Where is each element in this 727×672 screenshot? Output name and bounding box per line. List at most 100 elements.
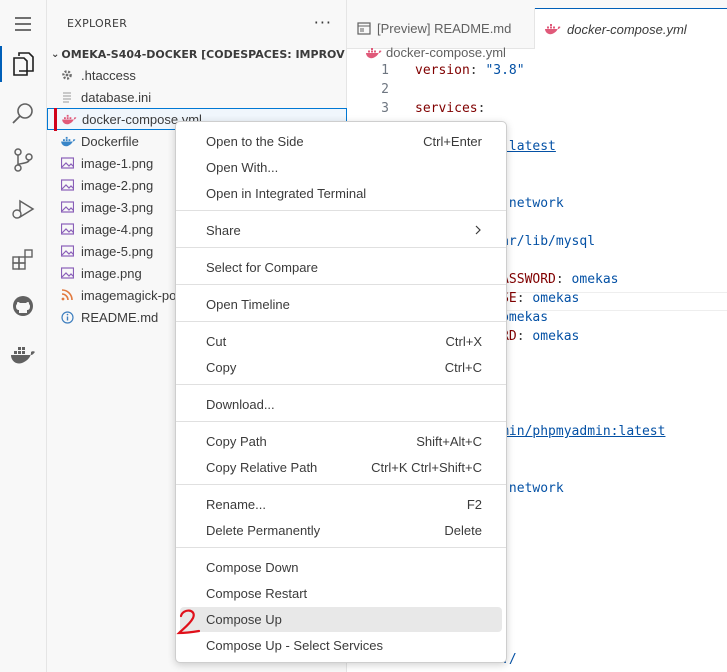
menu-separator (176, 384, 506, 385)
explorer-title: EXPLORER (67, 17, 128, 30)
menu-separator (176, 247, 506, 248)
menu-separator (176, 321, 506, 322)
menu-item-shortcut: Ctrl+X (445, 334, 482, 349)
line-number: 2 (381, 82, 389, 97)
menu-item-compose-down[interactable]: Compose Down (180, 555, 502, 580)
files-icon[interactable] (9, 50, 37, 78)
image-file-icon (61, 267, 81, 279)
line-text: version: "3.8" (415, 63, 525, 78)
docker-icon[interactable] (9, 341, 37, 369)
menu-separator (176, 484, 506, 485)
menu-icon[interactable] (9, 10, 37, 38)
file-name: image-2.png (81, 177, 154, 193)
tab-label: [Preview] README.md (377, 21, 512, 36)
activity-bar (0, 0, 47, 672)
menu-separator (176, 210, 506, 211)
menu-item-label: Share (206, 223, 241, 238)
image-file-icon (61, 201, 81, 213)
menu-item-shortcut: Ctrl+Enter (423, 134, 482, 149)
menu-item-download[interactable]: Download... (180, 392, 502, 417)
file-item[interactable]: .htaccess (47, 64, 347, 86)
image-file-icon (61, 245, 81, 257)
breadcrumb[interactable]: docker-compose.yml (366, 45, 506, 60)
file-name: database.ini (81, 89, 152, 105)
github-icon[interactable] (9, 292, 37, 320)
file-name: image-1.png (81, 155, 154, 171)
breadcrumb-file: docker-compose.yml (386, 45, 506, 60)
menu-item-label: Copy (206, 360, 237, 375)
menu-item-share[interactable]: Share (180, 218, 502, 243)
menu-item-label: Download... (206, 397, 275, 412)
file-name: image.png (81, 265, 142, 281)
preview-icon (357, 22, 371, 35)
menu-separator (176, 547, 506, 548)
menu-item-compose-restart[interactable]: Compose Restart (180, 581, 502, 606)
menu-item-label: Open Timeline (206, 297, 290, 312)
workspace-folder[interactable]: ⌄ OMEKA-S404-DOCKER [CODESPACES: IMPROVE… (51, 44, 345, 64)
text-file-icon (61, 91, 81, 103)
image-file-icon (61, 179, 81, 191)
menu-item-open-with[interactable]: Open With... (180, 155, 502, 180)
search-icon[interactable] (9, 100, 37, 128)
menu-item-delete-permanently[interactable]: Delete Permanently Delete (180, 518, 502, 543)
rss-file-icon (61, 289, 81, 301)
line-number: 1 (381, 63, 389, 78)
image-file-icon (61, 157, 81, 169)
menu-item-cut[interactable]: Cut Ctrl+X (180, 329, 502, 354)
menu-item-label: Open to the Side (206, 134, 304, 149)
menu-item-label: Copy Relative Path (206, 460, 318, 475)
menu-item-compose-up[interactable]: Compose Up (180, 607, 502, 632)
image-file-icon (61, 223, 81, 235)
tab-docker-compose[interactable]: docker-compose.yml (535, 8, 727, 49)
menu-item-copy[interactable]: Copy Ctrl+C (180, 355, 502, 380)
menu-item-label: Compose Down (206, 560, 299, 575)
menu-item-rename[interactable]: Rename... F2 (180, 492, 502, 517)
menu-item-shortcut: Delete (444, 523, 482, 538)
file-name: imagemagick-po (81, 287, 177, 303)
menu-item-label: Compose Up (206, 612, 282, 627)
line-text: services: (415, 101, 486, 116)
docker-file-icon (62, 114, 82, 125)
menu-item-select-for-compare[interactable]: Select for Compare (180, 255, 502, 280)
chevron-down-icon: ⌄ (51, 48, 60, 60)
menu-item-label: Open in Integrated Terminal (206, 186, 367, 201)
context-menu: Open to the Side Ctrl+Enter Open With... Op… (175, 121, 507, 663)
menu-item-label: Cut (206, 334, 227, 349)
code-line: 1 version: "3.8" (347, 63, 727, 82)
file-name: image-4.png (81, 221, 154, 237)
gear-icon (61, 69, 81, 81)
menu-item-open-in-integrated-terminal[interactable]: Open in Integrated Terminal (180, 181, 502, 206)
menu-item-copy-path[interactable]: Copy Path Shift+Alt+C (180, 429, 502, 454)
extensions-icon[interactable] (9, 245, 37, 273)
docker-file-icon (61, 136, 81, 147)
menu-item-open-to-the-side[interactable]: Open to the Side Ctrl+Enter (180, 129, 502, 154)
menu-item-shortcut: Ctrl+K Ctrl+Shift+C (371, 460, 482, 475)
menu-separator (176, 284, 506, 285)
tab-label: docker-compose.yml (567, 21, 687, 37)
tab-readme-preview[interactable]: [Preview] README.md (347, 8, 535, 49)
menu-item-label: Copy Path (206, 434, 267, 449)
menu-item-shortcut: Ctrl+C (444, 360, 482, 375)
file-name: image-5.png (81, 243, 154, 259)
selection-annotation-mark (54, 108, 57, 131)
menu-item-compose-up-select-services[interactable]: Compose Up - Select Services (180, 633, 502, 658)
menu-item-label: Delete Permanently (206, 523, 321, 538)
menu-item-shortcut: Shift+Alt+C (416, 434, 482, 449)
menu-item-label: Rename... (206, 497, 266, 512)
code-line: 2 (347, 82, 727, 101)
handwritten-annotation (176, 609, 201, 635)
menu-item-label: Select for Compare (206, 260, 318, 275)
more-actions-icon[interactable]: ··· (314, 13, 332, 32)
chevron-right-icon (474, 223, 482, 238)
docker-file-icon (545, 23, 561, 35)
file-name: Dockerfile (81, 133, 139, 149)
info-file-icon (61, 310, 81, 324)
file-name: .htaccess (81, 67, 136, 83)
line-number: 3 (381, 101, 389, 116)
folder-name: OMEKA-S404-DOCKER [CODESPACES: IMPROVED … (61, 47, 345, 61)
file-item[interactable]: database.ini (47, 86, 347, 108)
menu-item-copy-relative-path[interactable]: Copy Relative Path Ctrl+K Ctrl+Shift+C (180, 455, 502, 480)
source-control-icon[interactable] (9, 146, 37, 174)
run-debug-icon[interactable] (9, 195, 37, 223)
menu-item-open-timeline[interactable]: Open Timeline (180, 292, 502, 317)
